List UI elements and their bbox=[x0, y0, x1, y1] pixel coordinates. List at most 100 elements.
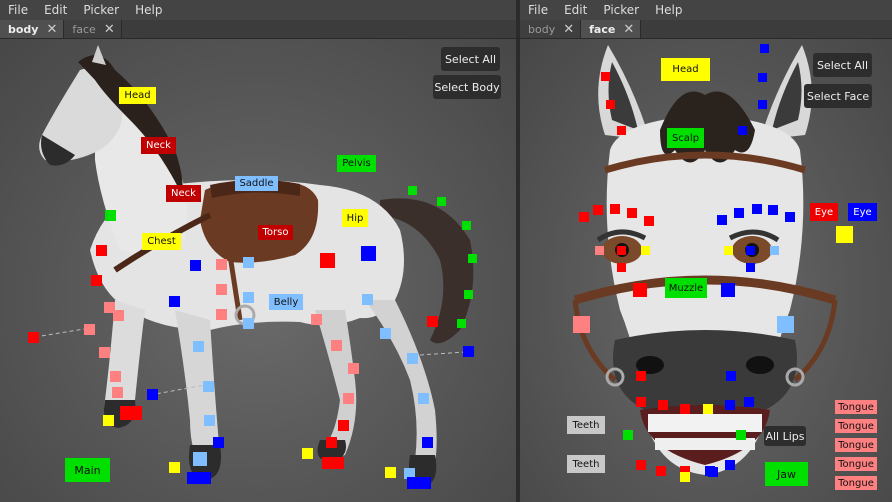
control-point[interactable] bbox=[738, 126, 747, 135]
control-point[interactable] bbox=[462, 221, 471, 230]
tongue-control[interactable]: Tongue bbox=[835, 438, 877, 452]
control-point[interactable] bbox=[617, 126, 626, 135]
pelvis-control[interactable]: Pelvis bbox=[337, 155, 376, 172]
menu-help[interactable]: Help bbox=[647, 3, 690, 17]
select-all-button[interactable]: Select All bbox=[441, 47, 500, 71]
control-point[interactable] bbox=[457, 319, 466, 328]
control-point[interactable] bbox=[468, 254, 477, 263]
control-point[interactable] bbox=[422, 437, 433, 448]
tab-face[interactable]: face ✕ bbox=[581, 20, 642, 38]
control-point[interactable] bbox=[243, 318, 254, 329]
control-point[interactable] bbox=[193, 452, 207, 466]
control-point[interactable] bbox=[610, 204, 620, 214]
control-point[interactable] bbox=[717, 215, 727, 225]
control-point[interactable] bbox=[658, 400, 668, 410]
control-point[interactable] bbox=[418, 393, 429, 404]
menu-file[interactable]: File bbox=[520, 3, 556, 17]
control-point[interactable] bbox=[627, 208, 637, 218]
menu-edit[interactable]: Edit bbox=[36, 3, 75, 17]
control-point[interactable] bbox=[322, 457, 344, 469]
control-point[interactable] bbox=[105, 210, 116, 221]
control-point[interactable] bbox=[216, 284, 227, 295]
head-control[interactable]: Head bbox=[661, 58, 710, 81]
control-point[interactable] bbox=[595, 246, 604, 255]
eye-right-control[interactable]: Eye bbox=[848, 203, 877, 221]
control-point[interactable] bbox=[752, 204, 762, 214]
control-point[interactable] bbox=[746, 246, 755, 255]
control-point[interactable] bbox=[147, 389, 158, 400]
close-icon[interactable]: ✕ bbox=[46, 23, 57, 36]
tongue-control[interactable]: Tongue bbox=[835, 476, 877, 490]
control-point[interactable] bbox=[437, 197, 446, 206]
teeth-bottom-control[interactable]: Teeth bbox=[567, 455, 605, 473]
control-point[interactable] bbox=[216, 259, 227, 270]
control-point[interactable] bbox=[617, 246, 626, 255]
control-point[interactable] bbox=[579, 212, 589, 222]
control-point[interactable] bbox=[777, 316, 794, 333]
tab-body[interactable]: body ✕ bbox=[0, 20, 65, 38]
control-point[interactable] bbox=[836, 226, 853, 243]
control-point[interactable] bbox=[361, 246, 376, 261]
control-point[interactable] bbox=[464, 290, 473, 299]
control-point[interactable] bbox=[725, 400, 735, 410]
control-point[interactable] bbox=[103, 415, 114, 426]
select-face-button[interactable]: Select Face bbox=[804, 84, 872, 108]
control-point[interactable] bbox=[110, 371, 121, 382]
belly-control[interactable]: Belly bbox=[269, 294, 303, 310]
control-point[interactable] bbox=[91, 275, 102, 286]
neck-upper-control[interactable]: Neck bbox=[141, 137, 176, 154]
control-point[interactable] bbox=[302, 448, 313, 459]
control-point[interactable] bbox=[721, 283, 735, 297]
control-point[interactable] bbox=[760, 44, 769, 53]
control-point[interactable] bbox=[113, 310, 124, 321]
menu-file[interactable]: File bbox=[0, 3, 36, 17]
control-point[interactable] bbox=[407, 477, 431, 489]
control-point[interactable] bbox=[724, 246, 733, 255]
control-point[interactable] bbox=[326, 437, 337, 448]
control-point[interactable] bbox=[785, 212, 795, 222]
control-point[interactable] bbox=[644, 216, 654, 226]
control-point[interactable] bbox=[204, 415, 215, 426]
control-point[interactable] bbox=[734, 208, 744, 218]
control-point[interactable] bbox=[680, 472, 690, 482]
control-point[interactable] bbox=[331, 340, 342, 351]
menu-help[interactable]: Help bbox=[127, 3, 170, 17]
control-point[interactable] bbox=[427, 316, 438, 327]
control-point[interactable] bbox=[617, 263, 626, 272]
control-point[interactable] bbox=[680, 404, 690, 414]
head-control[interactable]: Head bbox=[119, 87, 156, 104]
control-point[interactable] bbox=[343, 393, 354, 404]
all-lips-button[interactable]: All Lips bbox=[764, 426, 806, 446]
hip-control[interactable]: Hip bbox=[342, 209, 368, 227]
select-body-button[interactable]: Select Body bbox=[433, 75, 501, 99]
control-point[interactable] bbox=[744, 397, 754, 407]
jaw-control[interactable]: Jaw bbox=[765, 462, 808, 486]
tab-body[interactable]: body ✕ bbox=[520, 20, 582, 38]
scalp-control[interactable]: Scalp bbox=[667, 128, 704, 148]
control-point[interactable] bbox=[243, 257, 254, 268]
control-point[interactable] bbox=[213, 437, 224, 448]
control-point[interactable] bbox=[99, 347, 110, 358]
control-point[interactable] bbox=[758, 100, 767, 109]
control-point[interactable] bbox=[623, 430, 633, 440]
main-control[interactable]: Main bbox=[65, 458, 110, 482]
teeth-top-control[interactable]: Teeth bbox=[567, 416, 605, 434]
muzzle-control[interactable]: Muzzle bbox=[665, 278, 707, 298]
eye-left-control[interactable]: Eye bbox=[810, 203, 838, 221]
control-point[interactable] bbox=[636, 460, 646, 470]
control-point[interactable] bbox=[636, 371, 646, 381]
control-point[interactable] bbox=[338, 420, 349, 431]
control-point[interactable] bbox=[407, 353, 418, 364]
tongue-control[interactable]: Tongue bbox=[835, 400, 877, 414]
control-point[interactable] bbox=[216, 309, 227, 320]
tongue-control[interactable]: Tongue bbox=[835, 457, 877, 471]
control-point[interactable] bbox=[768, 205, 778, 215]
control-point[interactable] bbox=[203, 381, 214, 392]
control-point[interactable] bbox=[320, 253, 335, 268]
control-point[interactable] bbox=[84, 324, 95, 335]
control-point[interactable] bbox=[770, 246, 779, 255]
control-point[interactable] bbox=[187, 472, 211, 484]
control-point[interactable] bbox=[656, 466, 666, 476]
control-point[interactable] bbox=[736, 430, 746, 440]
control-point[interactable] bbox=[593, 205, 603, 215]
